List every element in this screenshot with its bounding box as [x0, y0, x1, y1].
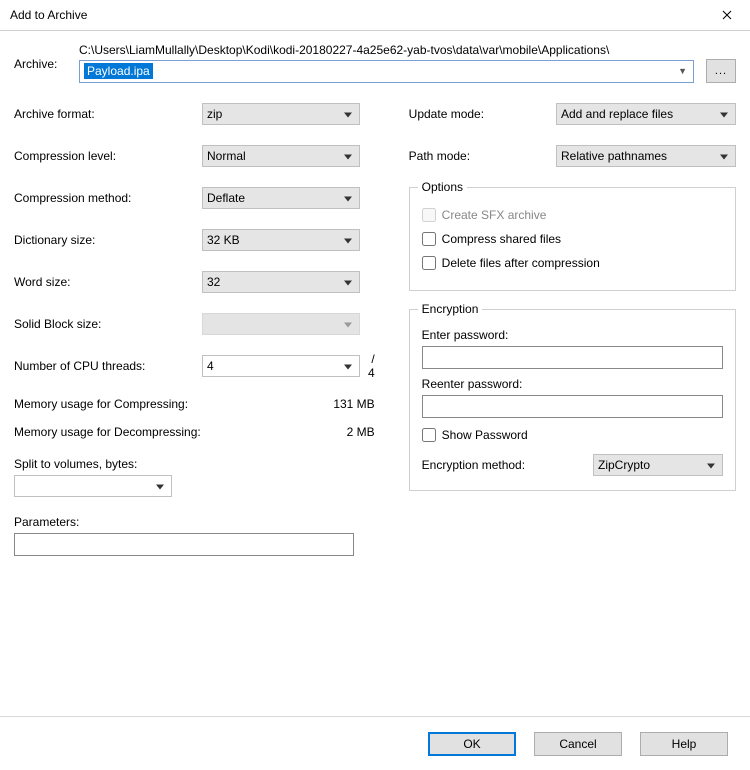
- encryption-method-label: Encryption method:: [422, 458, 525, 472]
- delete-after-label: Delete files after compression: [442, 256, 600, 270]
- parameters-label: Parameters:: [14, 515, 379, 529]
- cpu-threads-select[interactable]: 4: [202, 355, 360, 377]
- word-size-select[interactable]: 32: [202, 271, 360, 293]
- cpu-threads-total: / 4: [368, 352, 379, 380]
- browse-button[interactable]: ...: [706, 59, 736, 83]
- word-size-label: Word size:: [14, 275, 202, 289]
- cpu-threads-label: Number of CPU threads:: [14, 359, 202, 373]
- archive-filename-input[interactable]: Payload.ipa ▼: [79, 60, 694, 83]
- dialog-body: Archive: C:\Users\LiamMullally\Desktop\K…: [0, 31, 750, 576]
- show-password-label: Show Password: [442, 428, 528, 442]
- compression-level-select[interactable]: Normal: [202, 145, 360, 167]
- delete-after-checkbox[interactable]: [422, 256, 436, 270]
- ok-button[interactable]: OK: [428, 732, 516, 756]
- reenter-password-input[interactable]: [422, 395, 723, 418]
- solid-block-size-label: Solid Block size:: [14, 317, 202, 331]
- titlebar: Add to Archive: [0, 0, 750, 31]
- close-icon: [722, 10, 732, 20]
- cancel-button[interactable]: Cancel: [534, 732, 622, 756]
- split-volumes-label: Split to volumes, bytes:: [14, 457, 379, 471]
- encryption-fieldset: Encryption Enter password: Reenter passw…: [409, 309, 736, 491]
- update-mode-label: Update mode:: [409, 107, 529, 121]
- compression-method-select[interactable]: Deflate: [202, 187, 360, 209]
- create-sfx-checkbox: [422, 208, 436, 222]
- parameters-input[interactable]: [14, 533, 354, 556]
- right-column: Update mode: Add and replace files Path …: [409, 103, 736, 576]
- show-password-checkbox[interactable]: [422, 428, 436, 442]
- compress-shared-checkbox[interactable]: [422, 232, 436, 246]
- encryption-method-select[interactable]: ZipCrypto: [593, 454, 723, 476]
- dictionary-size-label: Dictionary size:: [14, 233, 202, 247]
- create-sfx-label: Create SFX archive: [442, 208, 547, 222]
- compress-shared-label: Compress shared files: [442, 232, 561, 246]
- archive-row: Archive: C:\Users\LiamMullally\Desktop\K…: [14, 43, 736, 83]
- memory-decompress-value: 2 MB: [347, 425, 375, 439]
- encryption-legend: Encryption: [418, 302, 483, 316]
- memory-compress-value: 131 MB: [333, 397, 374, 411]
- left-column: Archive format: zip Compression level: N…: [14, 103, 379, 576]
- chevron-down-icon: ▼: [678, 66, 687, 76]
- memory-decompress-label: Memory usage for Decompressing:: [14, 425, 201, 439]
- help-button[interactable]: Help: [640, 732, 728, 756]
- memory-compress-label: Memory usage for Compressing:: [14, 397, 188, 411]
- compression-level-label: Compression level:: [14, 149, 202, 163]
- window-title: Add to Archive: [10, 8, 87, 22]
- split-volumes-select[interactable]: [14, 475, 172, 497]
- reenter-password-label: Reenter password:: [422, 377, 723, 391]
- archive-filename-text: Payload.ipa: [84, 63, 153, 79]
- enter-password-label: Enter password:: [422, 328, 723, 342]
- enter-password-input[interactable]: [422, 346, 723, 369]
- update-mode-select[interactable]: Add and replace files: [556, 103, 736, 125]
- path-mode-label: Path mode:: [409, 149, 529, 163]
- footer: OK Cancel Help: [0, 716, 750, 770]
- compression-method-label: Compression method:: [14, 191, 202, 205]
- archive-label: Archive:: [14, 43, 79, 71]
- solid-block-size-select: [202, 313, 360, 335]
- close-button[interactable]: [704, 0, 750, 31]
- path-mode-select[interactable]: Relative pathnames: [556, 145, 736, 167]
- options-fieldset: Options Create SFX archive Compress shar…: [409, 187, 736, 291]
- options-legend: Options: [418, 180, 467, 194]
- archive-path: C:\Users\LiamMullally\Desktop\Kodi\kodi-…: [79, 43, 736, 57]
- dictionary-size-select[interactable]: 32 KB: [202, 229, 360, 251]
- archive-format-label: Archive format:: [14, 107, 202, 121]
- archive-format-select[interactable]: zip: [202, 103, 360, 125]
